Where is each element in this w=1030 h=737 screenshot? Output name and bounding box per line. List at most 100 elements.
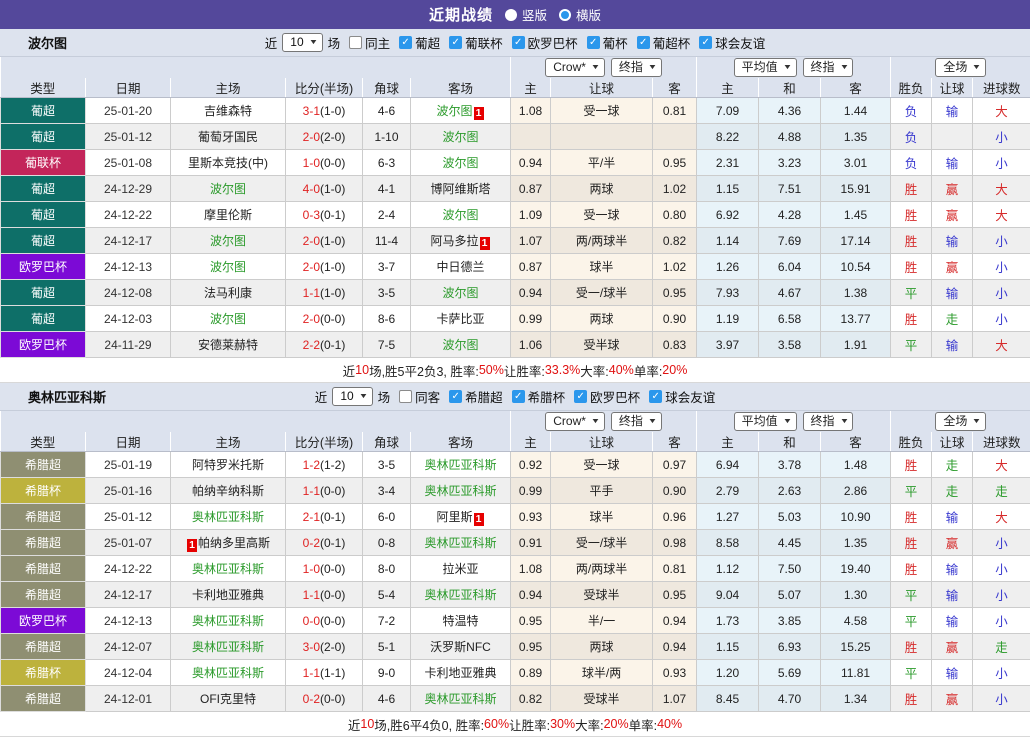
league-label: 球会友谊	[715, 33, 765, 52]
summary-part: 50%	[479, 363, 504, 377]
avg-stage-select[interactable]: 终指▼	[803, 412, 854, 431]
scope-select[interactable]: 全场▼	[935, 58, 986, 77]
team-link[interactable]: 1帕纳多里高斯	[186, 536, 270, 550]
league-checkbox-3[interactable]: ✓	[587, 36, 600, 49]
team-link[interactable]: 葡萄牙国民	[198, 130, 258, 144]
avg-away: 13.77	[821, 306, 891, 332]
away-team-cell: 波尔图	[411, 124, 511, 150]
team-link[interactable]: 阿特罗米托斯	[192, 458, 264, 472]
scope-select[interactable]: 全场▼	[935, 412, 986, 431]
odds-home: 0.94	[511, 150, 551, 176]
league-checkbox-5[interactable]: ✓	[699, 36, 712, 49]
team-link-label: 博阿维斯塔	[431, 182, 491, 196]
team-link[interactable]: 拉米亚	[443, 562, 479, 576]
team-link[interactable]: 卡萨比亚	[437, 312, 485, 326]
team-link[interactable]: 阿里斯1	[437, 510, 485, 524]
league-checkbox-2[interactable]: ✓	[512, 36, 525, 49]
radio-vertical-layout[interactable]: 竖版	[505, 5, 547, 24]
league-label: 葡超	[415, 33, 440, 52]
team-link[interactable]: 中日德兰	[437, 260, 485, 274]
team-link[interactable]: 博阿维斯塔	[431, 182, 491, 196]
avg-away: 1.35	[821, 530, 891, 556]
avg-company-select[interactable]: 平均值▼	[734, 412, 797, 431]
team-link[interactable]: 法马利康	[204, 286, 252, 300]
team-link[interactable]: 波尔图	[443, 156, 479, 170]
team-link[interactable]: 特温特	[443, 614, 479, 628]
corners-cell: 5-4	[363, 582, 411, 608]
league-checkbox-1[interactable]: ✓	[449, 36, 462, 49]
team-link[interactable]: 奥林匹亚科斯	[192, 562, 264, 576]
odds-stage-select-value: 终指	[619, 414, 643, 429]
team-link[interactable]: OFI克里特	[200, 692, 256, 706]
team-link[interactable]: 波尔图	[443, 208, 479, 222]
odds-home: 0.93	[511, 504, 551, 530]
summary-part: 大率:	[580, 361, 608, 380]
team-link[interactable]: 奥林匹亚科斯	[192, 666, 264, 680]
same-venue-checkbox[interactable]	[349, 36, 362, 49]
team-link[interactable]: 卡利地亚雅典	[425, 666, 497, 680]
team-link[interactable]: 阿马多拉1	[431, 234, 491, 248]
league-badge: 希腊超	[1, 582, 86, 608]
league-checkbox-0[interactable]: ✓	[449, 390, 462, 403]
team-link[interactable]: 波尔图	[210, 260, 246, 274]
team-link[interactable]: 奥林匹亚科斯	[425, 536, 497, 550]
home-team-cell: OFI克里特	[171, 686, 286, 712]
match-date: 24-12-29	[86, 176, 171, 202]
team-link[interactable]: 卡利地亚雅典	[192, 588, 264, 602]
league-checkbox-1[interactable]: ✓	[512, 390, 525, 403]
score-cell: 2-2(0-1)	[286, 332, 363, 358]
team-link[interactable]: 波尔图	[443, 130, 479, 144]
odds-stage-select[interactable]: 终指▼	[611, 412, 662, 431]
team-link[interactable]: 摩里伦斯	[204, 208, 252, 222]
team-link[interactable]: 奥林匹亚科斯	[425, 484, 497, 498]
team-link[interactable]: 里斯本竞技(中)	[188, 156, 268, 170]
away-team-cell: 中日德兰	[411, 254, 511, 280]
radio-horizontal-layout[interactable]: 横版	[559, 5, 601, 24]
team-link[interactable]: 沃罗斯NFC	[430, 640, 491, 654]
score-cell: 0-3(0-1)	[286, 202, 363, 228]
team-link[interactable]: 安德莱赫特	[198, 338, 258, 352]
recent-count-select[interactable]: 10▼	[282, 33, 322, 52]
team-link[interactable]: 波尔图1	[437, 104, 485, 118]
league-checkbox-2[interactable]: ✓	[574, 390, 587, 403]
team-link[interactable]: 奥林匹亚科斯	[425, 588, 497, 602]
league-checkbox-3[interactable]: ✓	[649, 390, 662, 403]
team-blocks-container: 波尔图近10▼场同主✓葡超✓葡联杯✓欧罗巴杯✓葡杯✓葡超杯✓球会友谊Crow*▼…	[0, 29, 1030, 737]
result-handicap: 输	[932, 504, 973, 530]
odds-handicap	[551, 124, 653, 150]
result-handicap: 输	[932, 150, 973, 176]
away-team-cell: 波尔图	[411, 202, 511, 228]
avg-away: 1.30	[821, 582, 891, 608]
avg-company-select[interactable]: 平均值▼	[734, 58, 797, 77]
odds-handicap: 两/两球半	[551, 556, 653, 582]
team-link[interactable]: 奥林匹亚科斯	[425, 692, 497, 706]
odds-company-select[interactable]: Crow*▼	[545, 412, 605, 431]
league-checkbox-0[interactable]: ✓	[399, 36, 412, 49]
avg-away: 4.58	[821, 608, 891, 634]
team-link[interactable]: 奥林匹亚科斯	[192, 510, 264, 524]
odds-stage-select[interactable]: 终指▼	[611, 58, 662, 77]
team-link[interactable]: 波尔图	[210, 312, 246, 326]
league-checkbox-4[interactable]: ✓	[637, 36, 650, 49]
team-link[interactable]: 吉维森特	[204, 104, 252, 118]
team-link[interactable]: 波尔图	[210, 234, 246, 248]
team-link[interactable]: 波尔图	[443, 286, 479, 300]
avg-stage-select[interactable]: 终指▼	[803, 58, 854, 77]
recent-count-select[interactable]: 10▼	[332, 387, 372, 406]
team-link[interactable]: 帕纳辛纳科斯	[192, 484, 264, 498]
team-link[interactable]: 波尔图	[443, 338, 479, 352]
same-venue-checkbox[interactable]	[399, 390, 412, 403]
team-link[interactable]: 奥林匹亚科斯	[192, 614, 264, 628]
full-time-score: 0-2	[303, 536, 320, 550]
result-goals: 小	[973, 582, 1030, 608]
team-link[interactable]: 奥林匹亚科斯	[425, 458, 497, 472]
team-link[interactable]: 波尔图	[210, 182, 246, 196]
team-link[interactable]: 奥林匹亚科斯	[192, 640, 264, 654]
team-link-label: 帕纳多里高斯	[198, 536, 270, 550]
full-time-score: 1-2	[303, 458, 320, 472]
summary-part: 单率:	[629, 715, 657, 734]
result-goals: 走	[973, 478, 1030, 504]
odds-handicap: 受一球	[551, 202, 653, 228]
result-handicap	[932, 124, 973, 150]
odds-company-select[interactable]: Crow*▼	[545, 58, 605, 77]
